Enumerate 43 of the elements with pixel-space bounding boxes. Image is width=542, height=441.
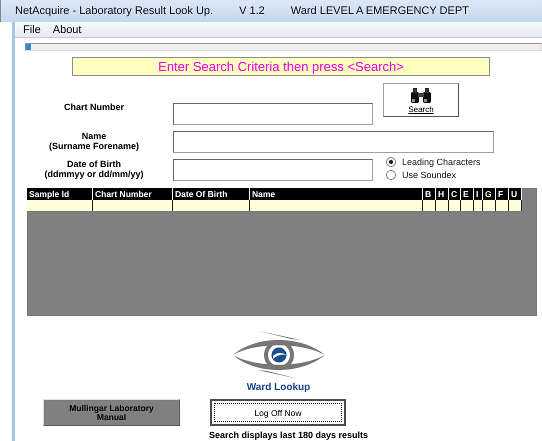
- input-field[interactable]: [173, 131, 494, 153]
- radio-option[interactable]: Use Soundex: [386, 170, 481, 180]
- column-header: G: [483, 188, 496, 200]
- table-cell: [483, 200, 496, 211]
- manual-button[interactable]: Mullingar Laboratory Manual: [43, 399, 180, 426]
- table-cell: [27, 200, 93, 211]
- version-text: V 1.2: [239, 5, 265, 17]
- table-cell: [509, 200, 522, 211]
- column-header: Name: [250, 188, 423, 200]
- table-cell: [436, 200, 449, 211]
- table-cell: [496, 200, 509, 211]
- column-header: Sample Id: [27, 188, 93, 200]
- table-cell: [449, 200, 461, 211]
- input-field[interactable]: [173, 103, 373, 125]
- column-header: Chart Number: [93, 188, 173, 200]
- instruction-banner: Enter Search Criteria then press <Search>: [72, 57, 490, 76]
- window-title: NetAcquire - Laboratory Result Look Up.: [15, 5, 214, 17]
- footer-note: Search displays last 180 days results: [208, 430, 368, 440]
- field-label: Chart Number: [62, 102, 125, 112]
- column-header: C: [449, 188, 461, 200]
- field-label: Date of Birth (ddmmyy or dd/mm/yy): [43, 158, 145, 178]
- menu-item[interactable]: About: [52, 24, 82, 36]
- column-header: F: [496, 188, 509, 200]
- table-cell: [474, 200, 483, 211]
- logo-caption: Ward Lookup: [246, 382, 310, 393]
- menu-item[interactable]: File: [23, 24, 41, 36]
- column-header: H: [436, 188, 449, 200]
- table-cell: [461, 200, 474, 211]
- table-cell: [423, 200, 436, 211]
- column-header: U: [509, 188, 522, 200]
- radio-icon[interactable]: [386, 157, 396, 167]
- column-header: E: [461, 188, 474, 200]
- input-field[interactable]: [173, 159, 373, 181]
- log-off-button[interactable]: Log Off Now: [210, 399, 346, 426]
- radio-icon[interactable]: [386, 170, 396, 180]
- column-header: I: [474, 188, 483, 200]
- field-label: Name (Surname Forename): [48, 130, 140, 150]
- column-header: Date Of Birth: [173, 188, 250, 200]
- search-button[interactable]: Search: [383, 83, 459, 117]
- ward-text: Ward LEVEL A EMERGENCY DEPT: [290, 5, 469, 17]
- radio-option[interactable]: Leading Characters: [386, 157, 481, 167]
- column-header: B: [423, 188, 436, 200]
- binoculars-icon: [410, 86, 432, 104]
